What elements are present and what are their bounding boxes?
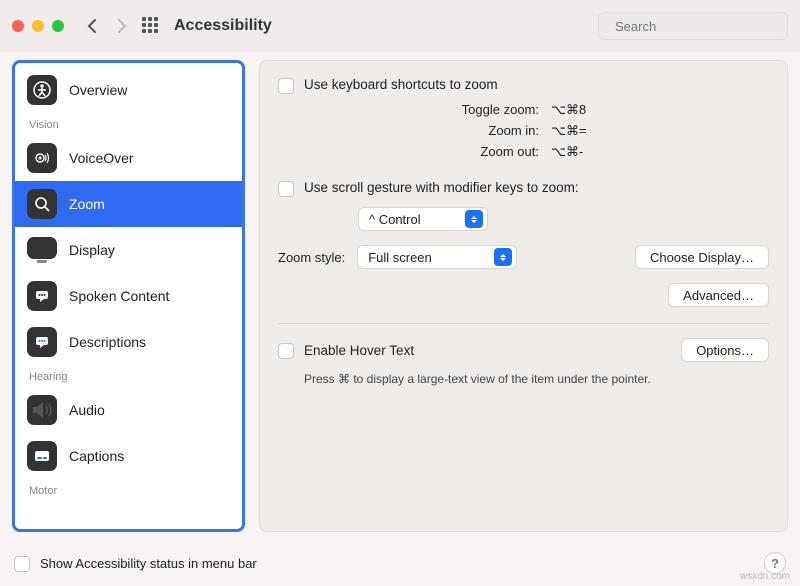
sidebar-item-captions[interactable]: Captions — [15, 433, 242, 479]
descriptions-icon — [27, 327, 57, 357]
display-icon — [27, 237, 57, 259]
modifier-key-value: ^ Control — [369, 212, 457, 227]
spoken-content-icon — [27, 281, 57, 311]
sidebar-item-descriptions[interactable]: Descriptions — [15, 319, 242, 365]
choose-display-button[interactable]: Choose Display… — [635, 245, 769, 269]
zoom-icon — [27, 189, 57, 219]
sidebar-item-display[interactable]: Display — [15, 227, 242, 273]
show-status-label: Show Accessibility status in menu bar — [40, 556, 257, 571]
watermark: wsxdn.com — [740, 571, 790, 582]
scroll-gesture-label: Use scroll gesture with modifier keys to… — [304, 180, 579, 195]
advanced-button[interactable]: Advanced… — [668, 283, 769, 307]
minimize-window-icon[interactable] — [32, 20, 44, 32]
settings-content: Use keyboard shortcuts to zoom Toggle zo… — [259, 60, 788, 532]
show-status-checkbox[interactable] — [14, 556, 30, 572]
sidebar-item-label: VoiceOver — [69, 150, 134, 166]
close-window-icon[interactable] — [12, 20, 24, 32]
back-button[interactable] — [82, 16, 102, 36]
zoom-style-value: Full screen — [368, 250, 486, 265]
shortcut-list: Toggle zoom:⌥⌘8 Zoom in:⌥⌘= Zoom out:⌥⌘- — [278, 100, 769, 162]
voiceover-icon — [27, 143, 57, 173]
sidebar-section-vision: Vision — [15, 113, 242, 135]
kb-shortcuts-checkbox[interactable] — [278, 78, 294, 94]
divider — [278, 323, 769, 324]
window-traffic-lights[interactable] — [12, 20, 64, 32]
forward-button — [112, 16, 132, 36]
chevron-updown-icon — [494, 248, 512, 266]
captions-icon — [27, 441, 57, 471]
all-preferences-grid-icon[interactable] — [142, 17, 160, 35]
sidebar-item-spoken-content[interactable]: Spoken Content — [15, 273, 242, 319]
scroll-gesture-checkbox[interactable] — [278, 181, 294, 197]
overview-icon — [27, 75, 57, 105]
hover-text-label: Enable Hover Text — [304, 343, 414, 358]
sidebar-item-label: Display — [69, 242, 115, 258]
hover-text-checkbox[interactable] — [278, 343, 294, 359]
sidebar-item-label: Overview — [69, 82, 127, 98]
modifier-key-select[interactable]: ^ Control — [358, 207, 488, 231]
zoom-style-select[interactable]: Full screen — [357, 245, 517, 269]
search-field[interactable] — [598, 12, 788, 40]
hover-options-button[interactable]: Options… — [681, 338, 769, 362]
sidebar-item-label: Zoom — [69, 196, 105, 212]
kb-shortcuts-label: Use keyboard shortcuts to zoom — [304, 77, 498, 92]
sidebar-item-label: Audio — [69, 402, 105, 418]
sidebar-item-zoom[interactable]: Zoom — [15, 181, 242, 227]
sidebar-item-overview[interactable]: Overview — [15, 67, 242, 113]
sidebar-item-label: Spoken Content — [69, 288, 169, 304]
page-title: Accessibility — [174, 17, 272, 35]
search-input[interactable] — [613, 18, 793, 35]
chevron-updown-icon — [465, 210, 483, 228]
sidebar-item-label: Descriptions — [69, 334, 146, 350]
hover-text-note: Press ⌘ to display a large-text view of … — [304, 372, 769, 386]
zoom-style-label: Zoom style: — [278, 250, 345, 265]
sidebar-item-label: Captions — [69, 448, 124, 464]
sidebar-item-voiceover[interactable]: VoiceOver — [15, 135, 242, 181]
sidebar-item-audio[interactable]: Audio — [15, 387, 242, 433]
audio-icon — [27, 395, 57, 425]
fullscreen-window-icon[interactable] — [52, 20, 64, 32]
sidebar-section-hearing: Hearing — [15, 365, 242, 387]
sidebar-section-motor: Motor — [15, 479, 242, 501]
category-sidebar: Overview Vision VoiceOver Zoom Display S… — [12, 60, 245, 532]
